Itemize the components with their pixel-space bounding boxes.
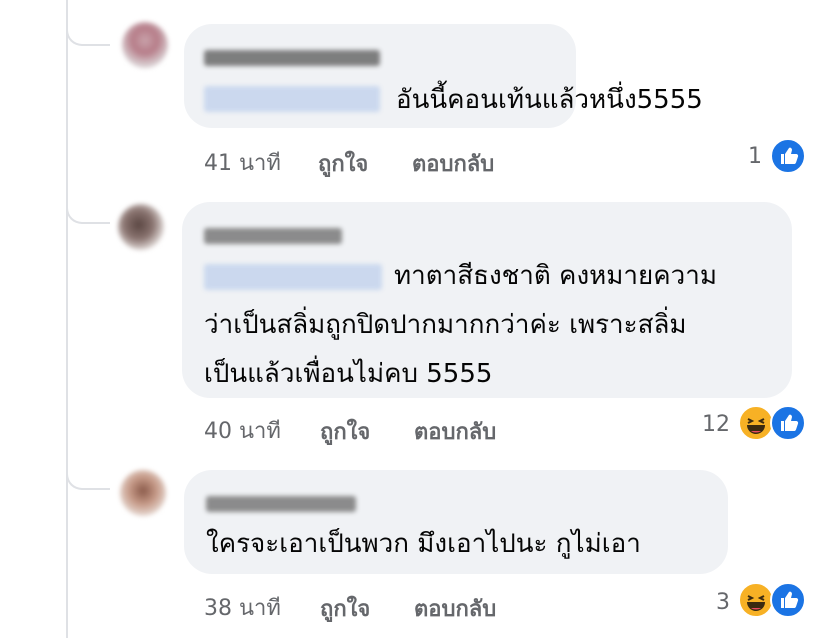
comment-text: อันนี้คอนเท้นแล้วหนึ่ง5555 <box>396 85 703 115</box>
like-icon[interactable] <box>770 582 806 618</box>
haha-icon[interactable] <box>738 582 774 618</box>
reply-button[interactable]: ตอบกลับ <box>414 591 496 626</box>
reaction-count[interactable]: 12 <box>690 412 730 437</box>
thread-connector <box>66 462 110 490</box>
haha-icon[interactable] <box>738 405 774 441</box>
reply-button[interactable]: ตอบกลับ <box>412 146 494 181</box>
thread-connector <box>66 18 110 46</box>
reaction-count[interactable]: 3 <box>690 590 730 615</box>
comment-bubble: ใครจะเอาเป็นพวก มึงเอาไปนะ กูไม่เอา <box>184 470 728 574</box>
comment-timestamp[interactable]: 38 นาที <box>204 590 281 625</box>
comment-text: ทาตาสีธงชาติ คงหมายความ <box>394 261 717 291</box>
comment-text: ใครจะเอาเป็นพวก มึงเอาไปนะ กูไม่เอา <box>206 529 641 559</box>
comment-text: ว่าเป็นสลิ่มถูกปิดปากมากกว่าค่ะ เพราะสลิ… <box>204 310 687 340</box>
tagged-user-redacted[interactable] <box>204 264 382 290</box>
comment-timestamp[interactable]: 41 นาที <box>204 145 281 180</box>
avatar[interactable] <box>118 204 164 250</box>
author-name-redacted[interactable] <box>206 496 356 512</box>
comment-text: เป็นแล้วเพื่อนไม่คบ 5555 <box>204 359 493 389</box>
like-icon[interactable] <box>770 138 806 174</box>
tagged-user-redacted[interactable] <box>204 86 380 112</box>
reply-button[interactable]: ตอบกลับ <box>414 414 496 449</box>
author-name-redacted[interactable] <box>204 228 342 244</box>
comment-bubble: ทาตาสีธงชาติ คงหมายความ ว่าเป็นสลิ่มถูกป… <box>182 202 792 398</box>
like-icon[interactable] <box>770 405 806 441</box>
reaction-count[interactable]: 1 <box>722 144 762 169</box>
like-button[interactable]: ถูกใจ <box>320 591 370 626</box>
comment-timestamp[interactable]: 40 นาที <box>204 413 281 448</box>
thread-connector <box>66 196 110 224</box>
avatar[interactable] <box>120 470 166 516</box>
author-name-redacted[interactable] <box>204 50 380 66</box>
like-button[interactable]: ถูกใจ <box>320 414 370 449</box>
avatar[interactable] <box>122 22 168 68</box>
thread-line <box>66 0 68 638</box>
comment-bubble: อันนี้คอนเท้นแล้วหนึ่ง5555 <box>184 24 703 128</box>
like-button[interactable]: ถูกใจ <box>318 146 368 181</box>
